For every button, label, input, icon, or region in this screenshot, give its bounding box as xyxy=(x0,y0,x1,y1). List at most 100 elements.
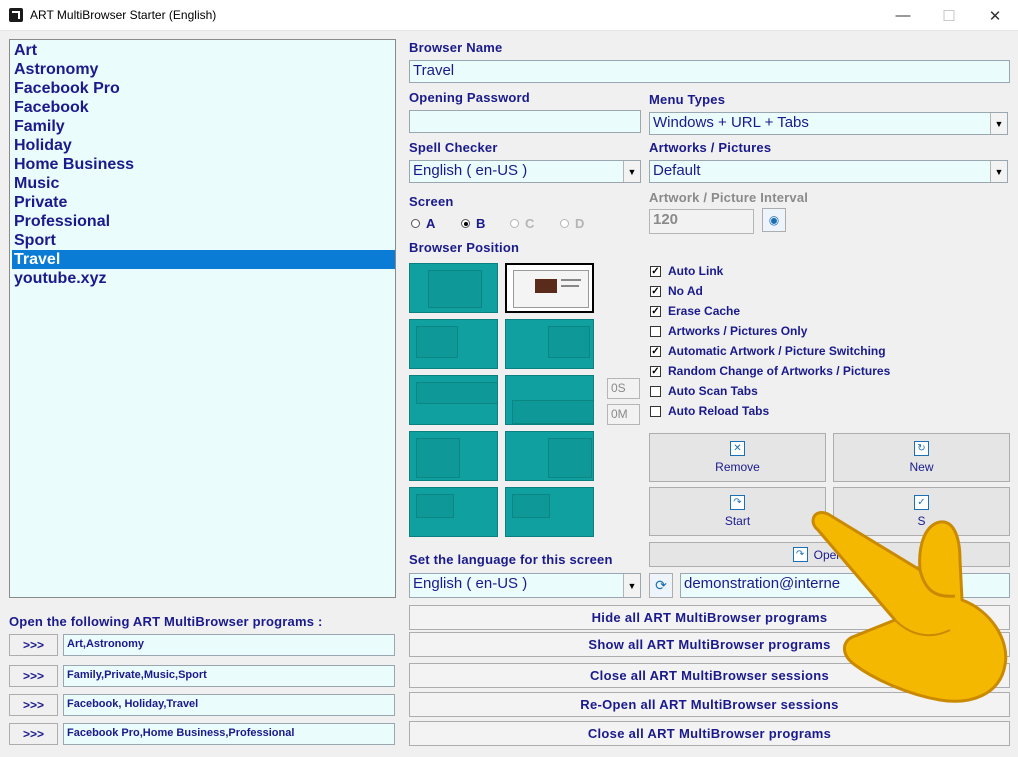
browser-name-input[interactable]: Travel xyxy=(409,60,1010,83)
browser-list-item[interactable]: Facebook xyxy=(12,98,395,117)
browser-position-thumb[interactable] xyxy=(505,263,594,313)
language-select[interactable]: English ( en-US ) ▼ xyxy=(409,573,641,598)
radio-icon xyxy=(560,219,569,228)
option-checkbox[interactable]: ✓ Automatic Artwork / Picture Switching xyxy=(650,344,886,358)
minimize-button[interactable]: — xyxy=(880,0,926,31)
checkbox-checked-icon: ✓ xyxy=(650,305,661,317)
screen-radio-c[interactable]: C xyxy=(510,216,534,231)
browser-list-item[interactable]: Home Business xyxy=(12,155,395,174)
option-checkbox[interactable]: ✓ Auto Link xyxy=(650,264,723,278)
browser-list[interactable]: Art Astronomy Facebook Pro Facebook Family Ho… xyxy=(9,39,396,598)
screen-label: Screen xyxy=(409,194,454,209)
browser-list-item[interactable]: Sport xyxy=(12,231,395,250)
action-button[interactable]: Close all ART MultiBrowser programs xyxy=(409,721,1010,746)
browser-list-item[interactable]: Travel xyxy=(12,250,395,269)
artworks-label: Artworks / Pictures xyxy=(649,140,772,155)
preview-button[interactable]: ◉ xyxy=(762,208,786,232)
start-icon: ↷ xyxy=(730,495,745,510)
chevron-down-icon[interactable]: ▼ xyxy=(990,113,1007,134)
browser-list-item[interactable]: Art xyxy=(12,41,395,60)
title-bar: ART MultiBrowser Starter (English) — ☐ ✕ xyxy=(0,0,1018,31)
browser-list-item[interactable]: youtube.xyz xyxy=(12,269,395,288)
browser-position-thumb[interactable] xyxy=(409,487,498,537)
remove-button[interactable]: ✕ Remove xyxy=(649,433,826,482)
eye-icon: ◉ xyxy=(768,213,780,227)
interval-label: Artwork / Picture Interval xyxy=(649,190,809,205)
checkbox-checked-icon: ✓ xyxy=(650,345,661,357)
interval-input[interactable]: 120 xyxy=(649,209,754,234)
refresh-button[interactable]: ⟳ xyxy=(649,573,673,598)
chevron-down-icon[interactable]: ▼ xyxy=(623,574,640,597)
programs-input[interactable]: Facebook Pro,Home Business,Professional xyxy=(63,723,395,745)
checkbox-checked-icon: ✓ xyxy=(650,265,661,277)
pointing-hand-icon xyxy=(811,511,1008,703)
language-value: English ( en-US ) xyxy=(413,575,528,592)
spell-checker-value: English ( en-US ) xyxy=(413,162,528,179)
radio-icon xyxy=(510,219,519,228)
browser-name-label: Browser Name xyxy=(409,40,503,55)
language-label: Set the language for this screen xyxy=(409,552,613,567)
app-icon xyxy=(9,8,23,22)
maximize-button[interactable]: ☐ xyxy=(926,0,972,31)
refresh-icon: ⟳ xyxy=(655,577,667,593)
option-checkbox[interactable]: ✓ No Ad xyxy=(650,284,703,298)
open-programs-button[interactable]: >>> xyxy=(9,665,58,687)
browser-position-thumb[interactable] xyxy=(505,319,594,369)
screen-radio-a[interactable]: A xyxy=(411,216,435,231)
browser-position-thumb[interactable] xyxy=(505,431,594,481)
screen-radio-d[interactable]: D xyxy=(560,216,584,231)
window-title: ART MultiBrowser Starter (English) xyxy=(30,8,217,22)
open-programs-button[interactable]: >>> xyxy=(9,723,58,745)
menu-types-label: Menu Types xyxy=(649,92,726,107)
refresh-icon: ↻ xyxy=(914,441,929,456)
radio-checked-icon xyxy=(461,219,470,228)
chevron-down-icon[interactable]: ▼ xyxy=(990,161,1007,182)
opening-password-label: Opening Password xyxy=(409,90,530,105)
browser-position-thumb[interactable] xyxy=(505,375,594,425)
option-checkbox[interactable]: ✓ Erase Cache xyxy=(650,304,740,318)
programs-input[interactable]: Art,Astronomy xyxy=(63,634,395,656)
browser-position-thumb[interactable] xyxy=(505,487,594,537)
checkbox-icon xyxy=(650,325,661,337)
checkbox-icon xyxy=(650,405,661,417)
close-button[interactable]: ✕ xyxy=(972,0,1018,31)
chevron-down-icon[interactable]: ▼ xyxy=(623,161,640,182)
browser-position-thumb[interactable] xyxy=(409,375,498,425)
radio-icon xyxy=(411,219,420,228)
browser-list-item[interactable]: Facebook Pro xyxy=(12,79,395,98)
browser-list-item[interactable]: Family xyxy=(12,117,395,136)
browser-position-label: Browser Position xyxy=(409,240,520,255)
screen-radio-b[interactable]: B xyxy=(461,216,485,231)
checkbox-icon xyxy=(650,385,661,397)
browser-list-item[interactable]: Professional xyxy=(12,212,395,231)
open-programs-button[interactable]: >>> xyxy=(9,634,58,656)
open-programs-button[interactable]: >>> xyxy=(9,694,58,716)
position-minutes-input[interactable]: 0M xyxy=(607,404,640,425)
menu-types-select[interactable]: Windows + URL + Tabs ▼ xyxy=(649,112,1008,135)
option-checkbox[interactable]: Artworks / Pictures Only xyxy=(650,324,807,338)
browser-list-item[interactable]: Astronomy xyxy=(12,60,395,79)
spell-checker-label: Spell Checker xyxy=(409,140,498,155)
spell-checker-select[interactable]: English ( en-US ) ▼ xyxy=(409,160,641,183)
menu-types-value: Windows + URL + Tabs xyxy=(653,114,809,131)
programs-input[interactable]: Facebook, Holiday,Travel xyxy=(63,694,395,716)
checkbox-checked-icon: ✓ xyxy=(650,365,661,377)
position-seconds-input[interactable]: 0S xyxy=(607,378,640,399)
checkbox-checked-icon: ✓ xyxy=(650,285,661,297)
artworks-select[interactable]: Default ▼ xyxy=(649,160,1008,183)
opening-password-input[interactable] xyxy=(409,110,641,133)
browser-list-item[interactable]: Private xyxy=(12,193,395,212)
artworks-value: Default xyxy=(653,162,701,179)
option-checkbox[interactable]: ✓ Random Change of Artworks / Pictures xyxy=(650,364,890,378)
browser-position-thumb[interactable] xyxy=(409,319,498,369)
new-button[interactable]: ↻ New xyxy=(833,433,1010,482)
browser-list-item[interactable]: Music xyxy=(12,174,395,193)
option-checkbox[interactable]: Auto Scan Tabs xyxy=(650,384,758,398)
browser-position-thumb[interactable] xyxy=(409,431,498,481)
close-icon: ✕ xyxy=(730,441,745,456)
browser-list-item[interactable]: Holiday xyxy=(12,136,395,155)
browser-position-thumb[interactable] xyxy=(409,263,498,313)
programs-input[interactable]: Family,Private,Music,Sport xyxy=(63,665,395,687)
option-checkbox[interactable]: Auto Reload Tabs xyxy=(650,404,769,418)
programs-label: Open the following ART MultiBrowser prog… xyxy=(9,614,323,629)
